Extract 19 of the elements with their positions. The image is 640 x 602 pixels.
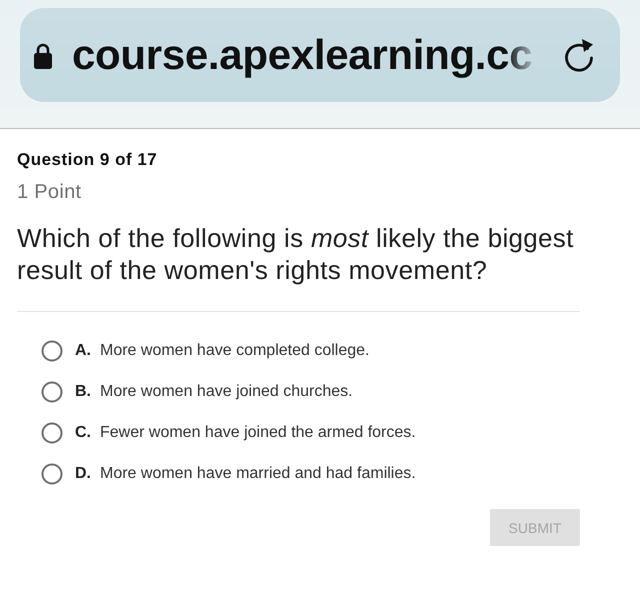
question-number: Question 9 of 17 xyxy=(17,150,158,170)
option-text[interactable]: More women have married and had families. xyxy=(100,465,416,483)
option-letter: B. xyxy=(75,383,92,401)
points-label: 1 Point xyxy=(17,180,82,204)
option-letter: D. xyxy=(75,465,92,483)
radio-button[interactable] xyxy=(41,340,63,362)
radio-button[interactable] xyxy=(41,463,63,485)
url-text: course.apexlearning.cc xyxy=(72,31,532,79)
option-text[interactable]: More women have joined churches. xyxy=(100,383,353,401)
radio-button[interactable] xyxy=(41,381,63,403)
address-bar[interactable]: course.apexlearning.cc xyxy=(20,8,620,102)
reload-icon[interactable] xyxy=(562,36,596,74)
option-letter: C. xyxy=(75,424,92,442)
radio-button[interactable] xyxy=(41,422,63,444)
option-text[interactable]: Fewer women have joined the armed forces. xyxy=(100,424,416,442)
option-text[interactable]: More women have completed college. xyxy=(100,342,370,360)
question-text: Which of the following is most likely the biggest result of the women's rights movement? xyxy=(17,222,575,286)
option-letter: A. xyxy=(75,342,92,360)
lock-icon xyxy=(33,43,53,69)
